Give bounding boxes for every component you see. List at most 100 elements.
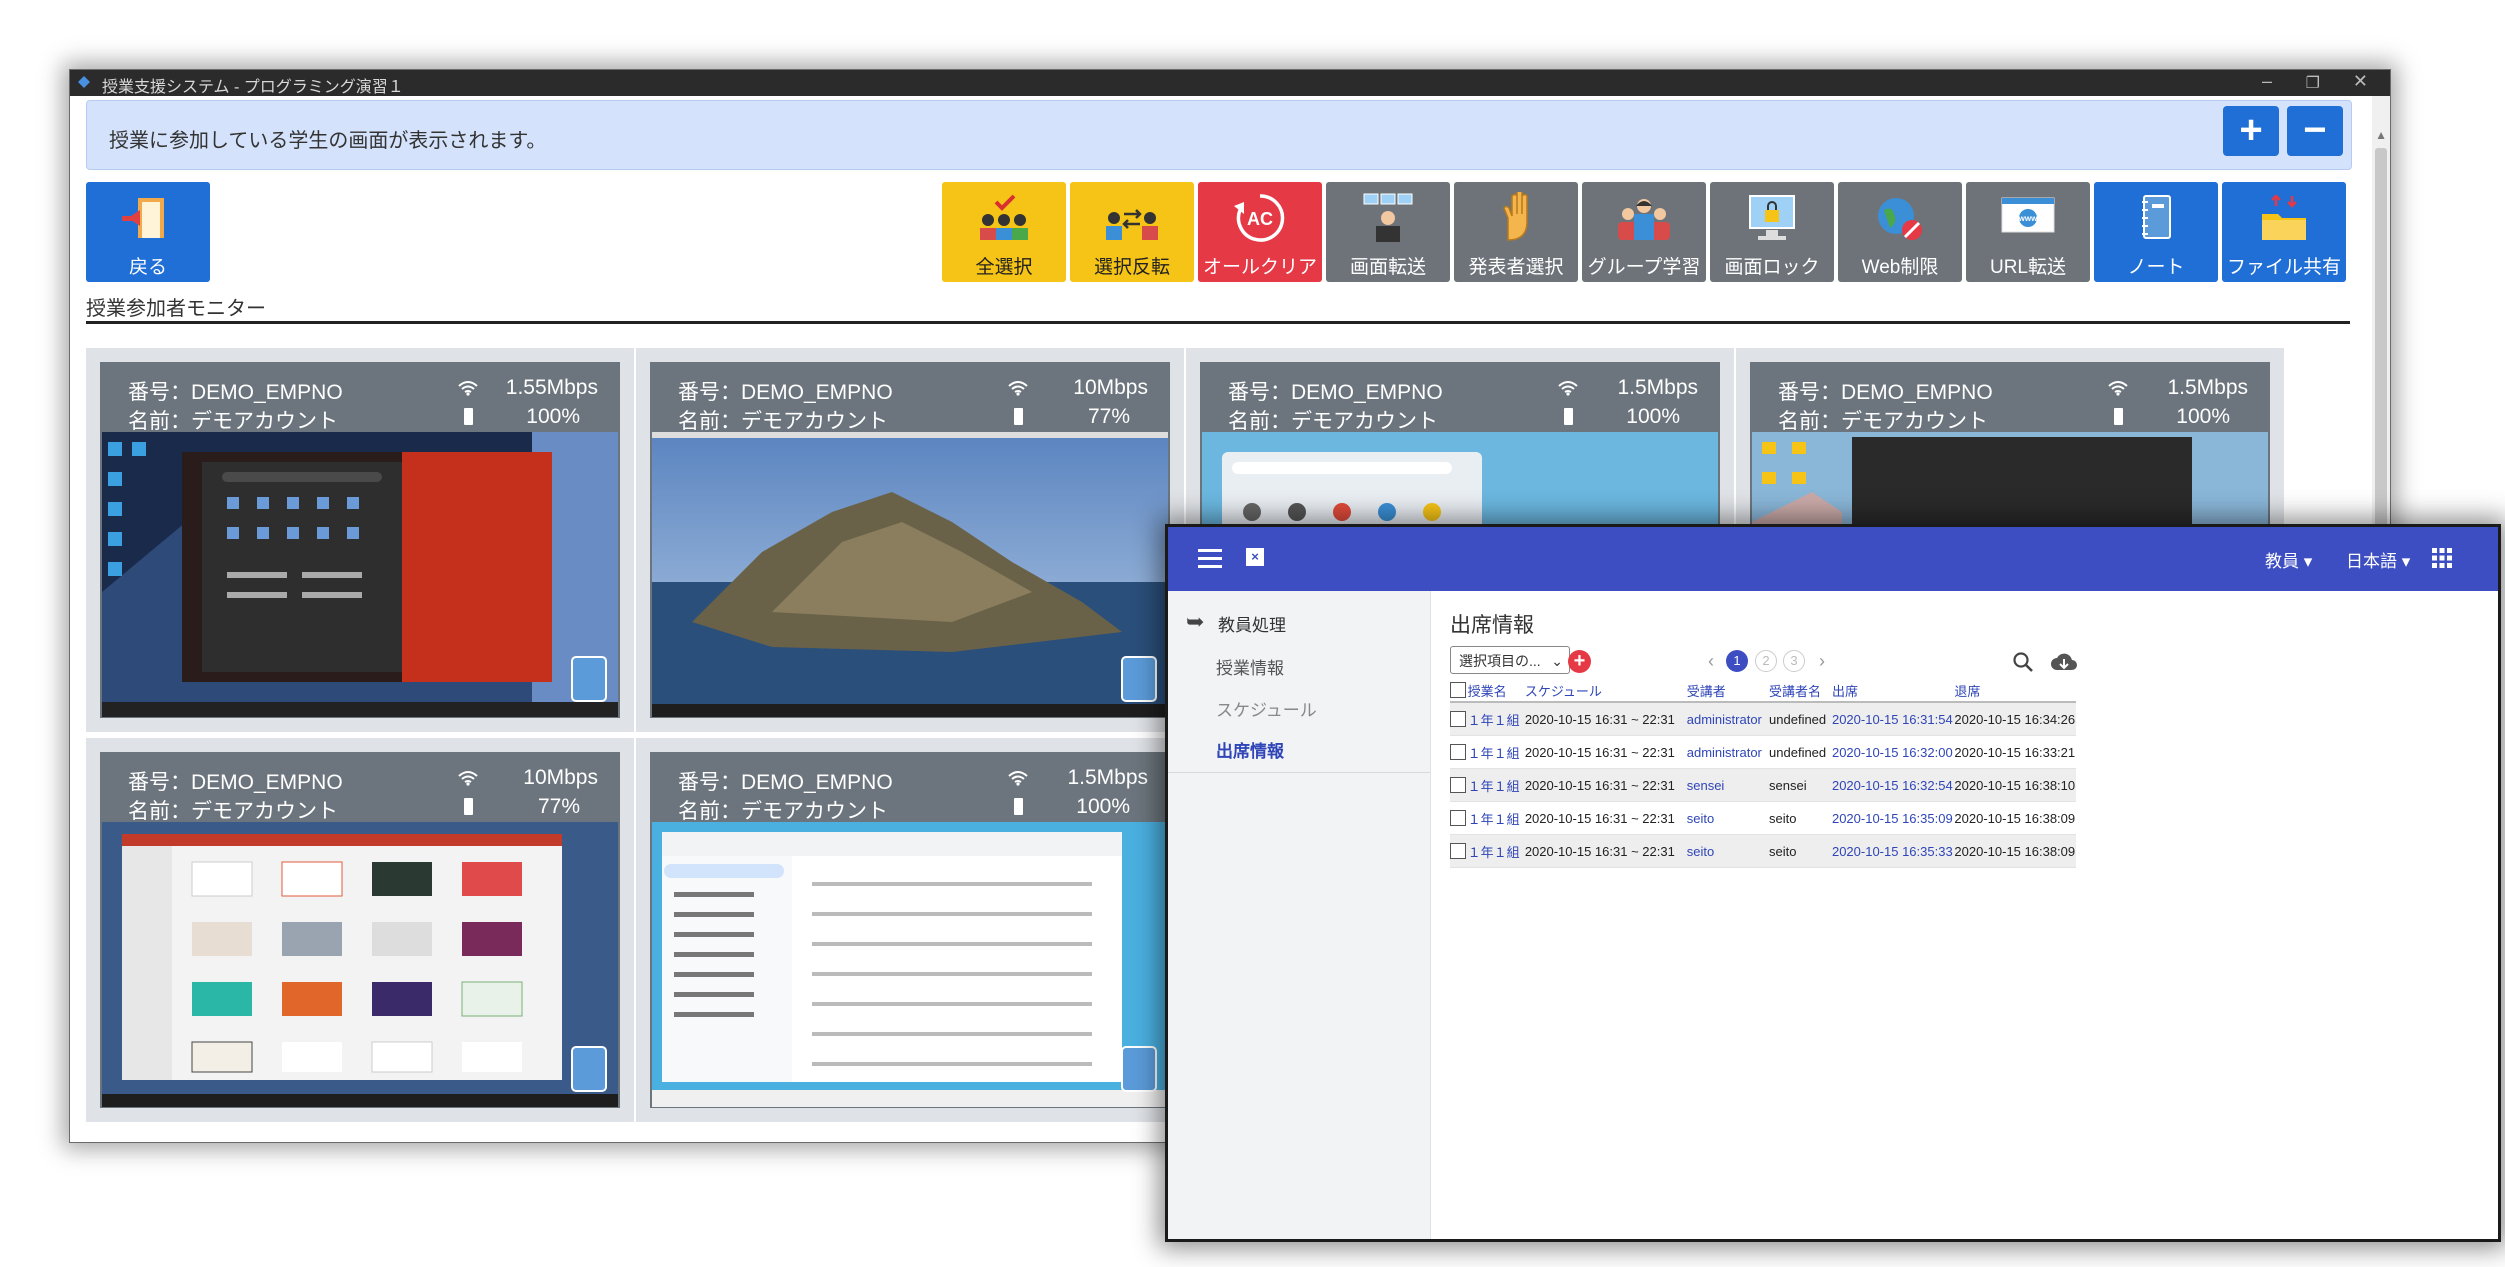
pagination-page-1[interactable]: 1 (1726, 650, 1748, 672)
row-checkbox[interactable] (1450, 834, 1468, 868)
screen-transfer-label: 画面転送 (1349, 257, 1426, 278)
student-tile[interactable]: 番号：DEMO_EMPNO 名前：デモアカウント 10Mbps 77% (636, 348, 1184, 732)
side-item-class-info[interactable]: 授業情報 (1216, 654, 1284, 679)
student-tile[interactable]: 番号：DEMO_EMPNO 名前：デモアカウント 1.5Mbps 100% (636, 738, 1184, 1122)
group-study-button[interactable]: グループ学習 (1582, 182, 1706, 282)
minimize-icon[interactable]: – (2262, 71, 2272, 92)
side-menu: ➥ 教員処理 授業情報 スケジュール 出席情報 (1168, 591, 1431, 1239)
reply-back-icon[interactable]: ➥ (1186, 609, 1204, 635)
side-menu-heading[interactable]: 教員処理 (1218, 611, 1286, 636)
class-name-link[interactable]: １年１組 (1467, 735, 1525, 769)
pagination-page-2[interactable]: 2 (1755, 650, 1777, 672)
screen-lock-icon (1749, 195, 1795, 240)
student-name: 名前：デモアカウント (1778, 410, 1988, 433)
select-all-checkbox[interactable] (1450, 679, 1468, 703)
pagination-page-3[interactable]: 3 (1783, 650, 1805, 672)
window-title: 授業支援システム - プログラミング演習１ (102, 79, 404, 96)
battery-icon (1014, 408, 1023, 425)
mac-powerpoint-thumbnail (102, 822, 618, 1107)
screen-thumbnail (102, 432, 618, 717)
student-number: 番号：DEMO_EMPNO (1228, 381, 1443, 404)
select-all-button[interactable]: 全選択 (942, 182, 1066, 282)
role-dropdown[interactable]: 教員 ▾ (2265, 547, 2312, 572)
table-row[interactable]: １年１組 2020-10-15 16:31 ~ 22:31 seito seit… (1450, 801, 2076, 835)
cloud-download-icon[interactable] (2050, 651, 2078, 673)
col-user[interactable]: 受講者 (1686, 679, 1770, 703)
check-in-link[interactable]: 2020-10-15 16:35:33 (1831, 834, 1955, 868)
invert-selection-button[interactable]: 選択反転 (1070, 182, 1194, 282)
screen-transfer-button[interactable]: 画面転送 (1326, 182, 1450, 282)
attendance-content: 出席情報 選択項目の... ⌄ + ‹ 1 2 3 › 授業名 スケジュール 受… (1430, 591, 2498, 1239)
col-check-out[interactable]: 退席 (1954, 679, 2076, 703)
col-class-name[interactable]: 授業名 (1467, 679, 1525, 703)
screen-thumbnail (652, 432, 1168, 717)
network-speed: 1.55Mbps (505, 376, 598, 399)
check-out-cell: 2020-10-15 16:33:21 (1954, 735, 2076, 769)
screen-lock-button[interactable]: 画面ロック (1710, 182, 1834, 282)
info-banner: 授業に参加している学生の画面が表示されます。 + − (86, 100, 2352, 170)
check-in-link[interactable]: 2020-10-15 16:35:09 (1831, 801, 1955, 835)
notebook-label: ノート (2127, 257, 2185, 278)
table-row[interactable]: １年１組 2020-10-15 16:31 ~ 22:31 seito seit… (1450, 834, 2076, 868)
presenter-select-button[interactable]: 発表者選択 (1454, 182, 1578, 282)
maximize-icon[interactable]: ❐ (2306, 73, 2320, 93)
wifi-icon (458, 771, 478, 786)
student-tile[interactable]: 番号：DEMO_EMPNO 名前：デモアカウント 10Mbps 77% (86, 738, 634, 1122)
row-checkbox[interactable] (1450, 702, 1468, 736)
pagination-prev-icon[interactable]: ‹ (1700, 650, 1722, 672)
class-name-link[interactable]: １年１組 (1467, 801, 1525, 835)
student-name: 名前：デモアカウント (128, 800, 338, 823)
student-name: 名前：デモアカウント (678, 410, 888, 433)
class-name-link[interactable]: １年１組 (1467, 702, 1525, 736)
battery-icon (464, 798, 473, 815)
mac-island-thumbnail (652, 432, 1168, 717)
pagination-next-icon[interactable]: › (1811, 650, 1833, 672)
network-speed: 1.5Mbps (1067, 766, 1148, 789)
side-item-attendance[interactable]: 出席情報 (1216, 737, 1284, 762)
apps-grid-icon[interactable] (2431, 547, 2453, 569)
brand-logo-icon[interactable]: × (1246, 548, 1264, 566)
search-icon[interactable] (2012, 651, 2034, 673)
student-name: 名前：デモアカウント (678, 800, 888, 823)
close-icon[interactable]: ✕ (2353, 71, 2368, 92)
web-restrict-button[interactable]: Web制限 (1838, 182, 1962, 282)
file-share-button[interactable]: ファイル共有 (2222, 182, 2346, 282)
scroll-up-icon[interactable]: ▲ (2375, 128, 2387, 142)
class-name-link[interactable]: １年１組 (1467, 834, 1525, 868)
student-name: 名前：デモアカウント (1228, 410, 1438, 433)
user-link[interactable]: administrator (1686, 702, 1770, 736)
col-user-name[interactable]: 受講者名 (1769, 679, 1832, 703)
hamburger-menu-icon[interactable] (1198, 549, 1222, 568)
table-row[interactable]: １年１組 2020-10-15 16:31 ~ 22:31 administra… (1450, 735, 2076, 769)
user-link[interactable]: administrator (1686, 735, 1770, 769)
col-check-in[interactable]: 出席 (1831, 679, 1955, 703)
class-name-link[interactable]: １年１組 (1467, 768, 1525, 802)
col-schedule[interactable]: スケジュール (1524, 679, 1687, 703)
row-checkbox[interactable] (1450, 735, 1468, 769)
zoom-out-button[interactable]: − (2287, 106, 2343, 156)
check-in-link[interactable]: 2020-10-15 16:32:00 (1831, 735, 1955, 769)
row-checkbox[interactable] (1450, 801, 1468, 835)
table-row[interactable]: １年１組 2020-10-15 16:31 ~ 22:31 sensei sen… (1450, 768, 2076, 802)
url-transfer-button[interactable]: www URL転送 (1966, 182, 2090, 282)
check-in-link[interactable]: 2020-10-15 16:31:54 (1831, 702, 1955, 736)
user-link[interactable]: seito (1686, 801, 1770, 835)
all-clear-button[interactable]: AC オールクリア (1198, 182, 1322, 282)
battery-level: 100% (526, 405, 580, 428)
row-checkbox[interactable] (1450, 768, 1468, 802)
table-row[interactable]: １年１組 2020-10-15 16:31 ~ 22:31 administra… (1450, 702, 2076, 736)
zoom-in-button[interactable]: + (2223, 106, 2279, 156)
check-in-link[interactable]: 2020-10-15 16:32:54 (1831, 768, 1955, 802)
column-select-dropdown[interactable]: 選択項目の... ⌄ (1450, 646, 1570, 674)
notebook-button[interactable]: ノート (2094, 182, 2218, 282)
user-link[interactable]: sensei (1686, 768, 1770, 802)
add-record-button[interactable]: + (1568, 650, 1591, 673)
side-divider (1168, 772, 1430, 773)
user-link[interactable]: seito (1686, 834, 1770, 868)
language-dropdown[interactable]: 日本語 ▾ (2346, 547, 2410, 572)
back-button[interactable]: 戻る (86, 182, 210, 282)
check-out-cell: 2020-10-15 16:38:09 (1954, 801, 2076, 835)
wifi-icon (2108, 381, 2128, 396)
student-tile[interactable]: 番号：DEMO_EMPNO 名前：デモアカウント 1.55Mbps 100% (86, 348, 634, 732)
side-item-schedule[interactable]: スケジュール (1216, 696, 1317, 721)
